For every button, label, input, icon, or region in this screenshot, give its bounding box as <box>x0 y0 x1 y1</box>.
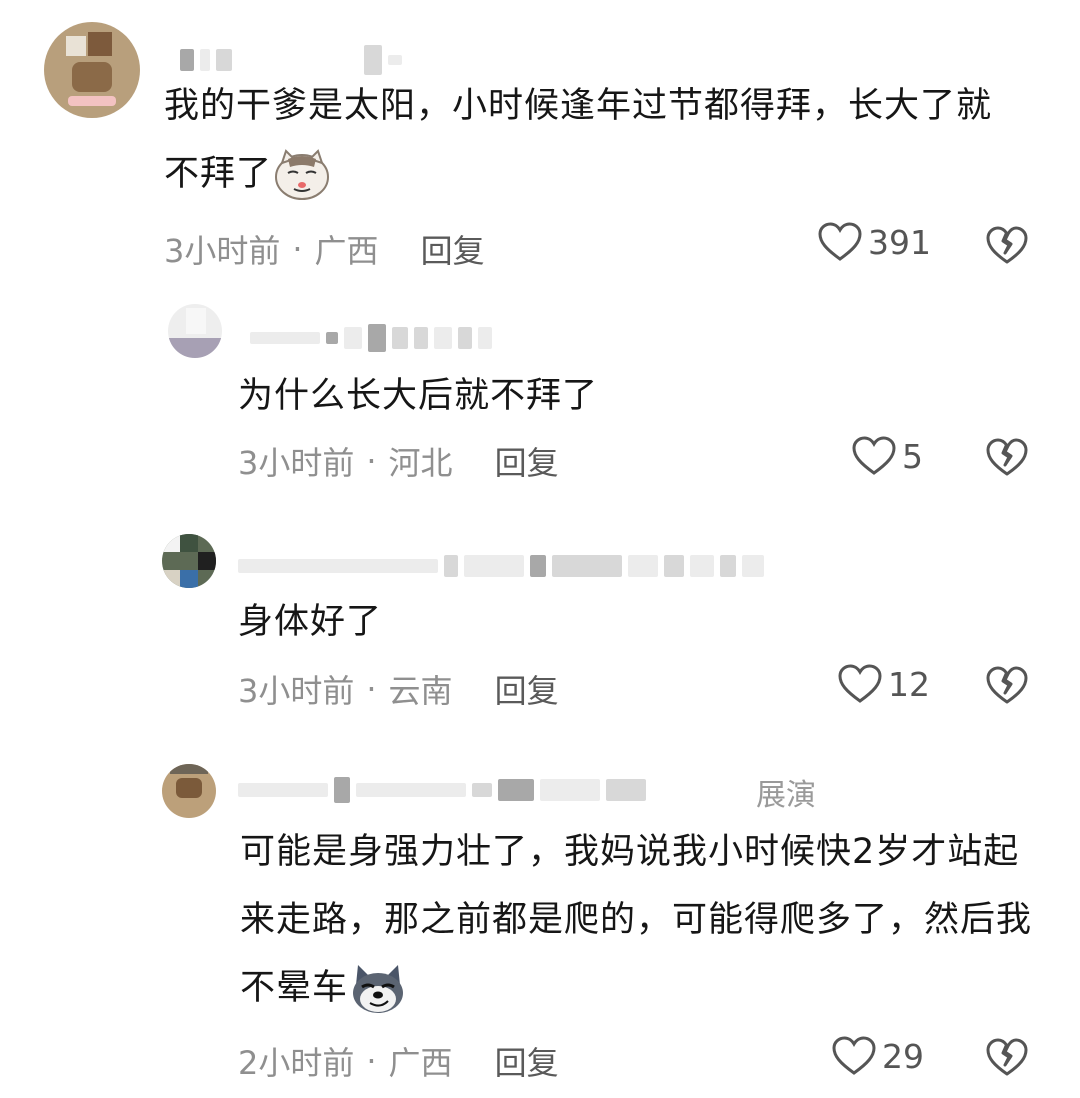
reply-button[interactable]: 回复 <box>495 438 559 484</box>
comment-meta: 2小时前 · 广西 回复 <box>238 1038 559 1084</box>
smug-cat-emoji-icon <box>275 149 330 200</box>
broken-heart-icon[interactable] <box>986 226 1028 266</box>
username-blurred[interactable] <box>238 546 764 586</box>
timestamp: 2小时前 <box>238 1044 355 1082</box>
like-count: 5 <box>902 436 923 476</box>
location: 河北 <box>388 444 453 482</box>
timestamp: 3小时前 <box>238 672 355 710</box>
reply-button[interactable]: 回复 <box>495 666 559 712</box>
avatar[interactable] <box>162 534 216 588</box>
location: 广西 <box>388 1044 453 1082</box>
location: 广西 <box>314 232 379 270</box>
heart-icon <box>852 436 896 475</box>
comment-text: 身体好了 <box>238 602 383 642</box>
comment-meta: 3小时前 · 河北 回复 <box>238 438 559 484</box>
comment-text: 为什么长大后就不拜了 <box>238 376 599 416</box>
separator: · <box>366 1042 377 1080</box>
separator: · <box>366 670 377 708</box>
heart-icon <box>818 222 862 261</box>
comment-text: 我的干爹是太阳，小时候逢年过节都得拜，长大了就不拜了 <box>164 72 1024 208</box>
comment-meta: 3小时前 · 云南 回复 <box>238 666 559 712</box>
like-button[interactable]: 29 <box>832 1036 924 1076</box>
avatar[interactable] <box>44 22 140 118</box>
reply-button[interactable]: 回复 <box>495 1038 559 1084</box>
like-button[interactable]: 5 <box>852 436 923 476</box>
username-blurred[interactable] <box>238 770 646 810</box>
separator: · <box>292 230 303 268</box>
avatar[interactable] <box>168 304 222 358</box>
like-count: 12 <box>888 664 930 704</box>
reply-button[interactable]: 回复 <box>421 226 485 272</box>
like-button[interactable]: 12 <box>838 664 930 704</box>
broken-heart-icon[interactable] <box>986 438 1028 478</box>
avatar[interactable] <box>162 764 216 818</box>
like-count: 29 <box>882 1036 924 1076</box>
broken-heart-icon[interactable] <box>986 1038 1028 1078</box>
location: 云南 <box>388 672 453 710</box>
comment-meta: 3小时前 · 广西 回复 <box>164 226 485 272</box>
smirking-dog-emoji-icon <box>353 965 404 1013</box>
username-fragment[interactable]: 展演 <box>756 770 816 814</box>
username-blurred[interactable] <box>250 318 492 358</box>
like-button[interactable]: 391 <box>818 222 931 262</box>
separator: · <box>366 442 377 480</box>
broken-heart-icon[interactable] <box>986 666 1028 706</box>
timestamp: 3小时前 <box>238 444 355 482</box>
like-count: 391 <box>868 222 931 262</box>
timestamp: 3小时前 <box>164 232 281 270</box>
heart-icon <box>832 1036 876 1075</box>
comment-text: 可能是身强力壮了，我妈说我小时候快2岁才站起来走路，那之前都是爬的，可能得爬多了… <box>240 818 1040 1022</box>
heart-icon <box>838 664 882 703</box>
